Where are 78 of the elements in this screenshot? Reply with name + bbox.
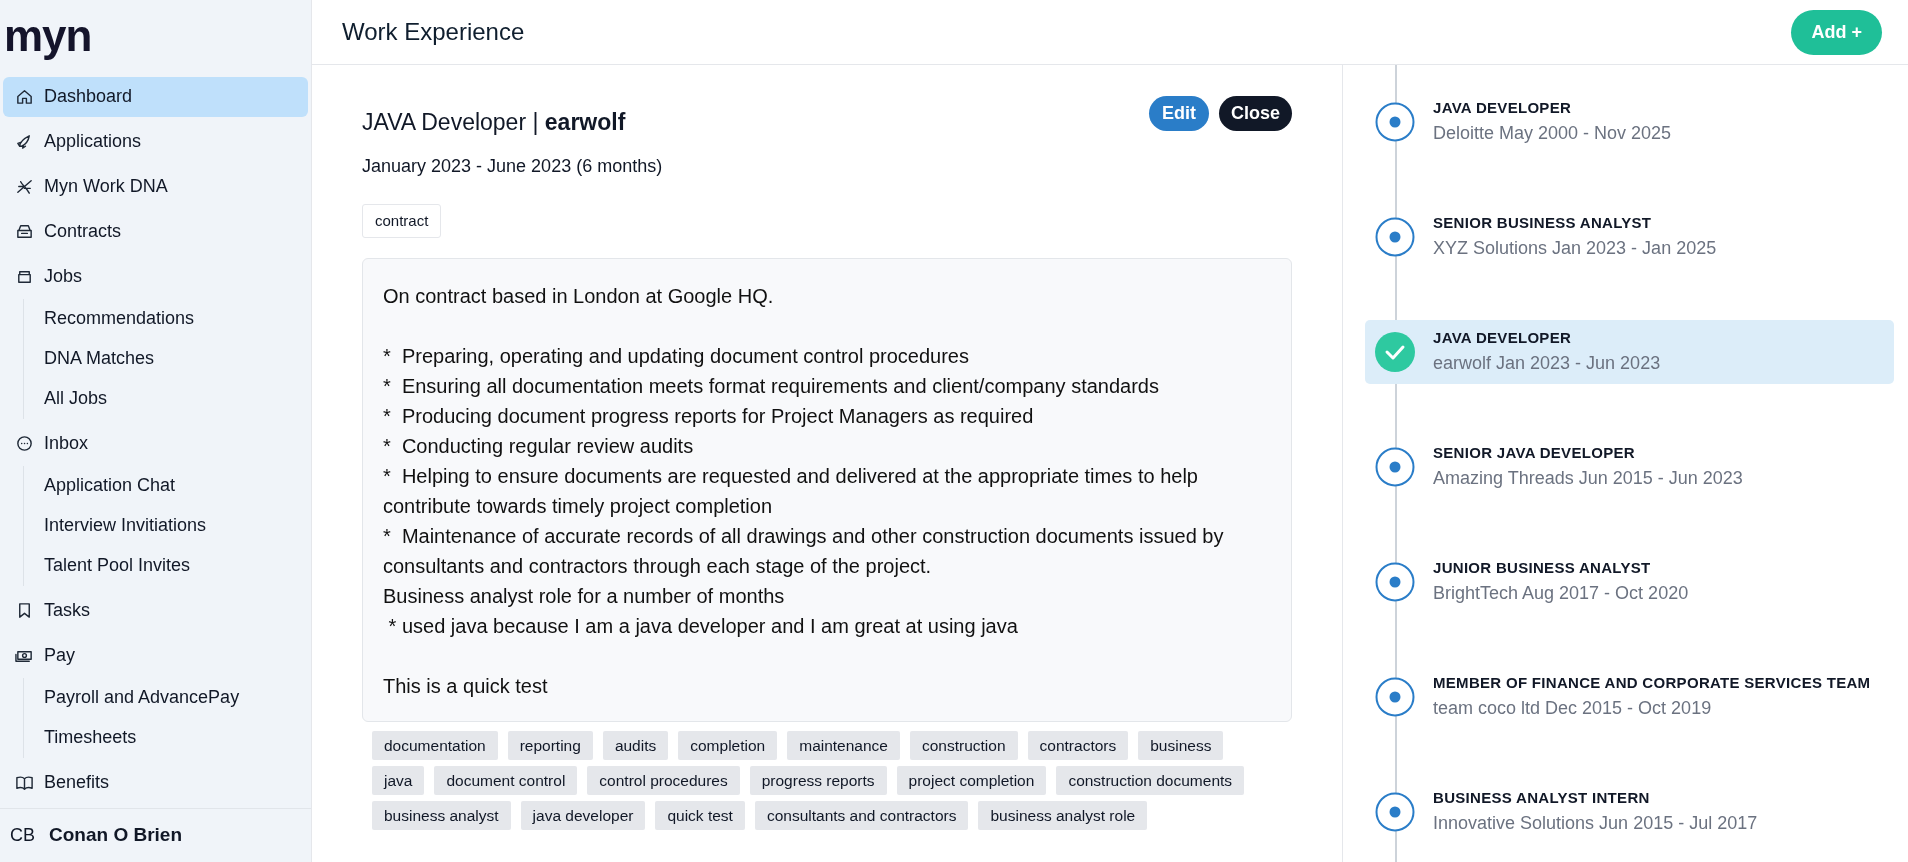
nav-subitem[interactable]: Payroll and AdvancePay [44,677,308,718]
keyword-tag: reporting [507,731,593,760]
user-name[interactable]: Conan O Brien [49,821,183,850]
experience-title: JAVA Developer | earwolf [362,108,626,137]
keyword-tag: document control [434,766,578,795]
timeline-item[interactable]: JUNIOR BUSINESS ANALYST BrightTech Aug 2017 - Oct 2020 [1365,550,1894,614]
timeline-title: JAVA DEVELOPER [1433,98,1573,119]
nav-item[interactable]: Myn Work DNA [3,166,308,207]
timeline-title: JUNIOR BUSINESS ANALYST [1433,558,1652,579]
nav-item[interactable]: Applications [3,121,308,162]
timeline-item[interactable]: SENIOR BUSINESS ANALYST XYZ Solutions Jan 2023 - Jan 2025 [1365,205,1894,269]
timeline-dot-icon [1375,102,1415,142]
keyword-tag: quick test [655,801,745,830]
timeline-subtitle: XYZ Solutions Jan 2023 - Jan 2025 [1433,236,1717,260]
keyword-tag: documentation [372,731,498,760]
timeline-item[interactable]: BUSINESS ANALYST INTERN Innovative Solutions Jun 2015 - Jul 2017 [1365,780,1894,844]
close-button[interactable]: Close [1218,96,1292,131]
keyword-tag: progress reports [749,766,887,795]
edit-button[interactable]: Edit [1148,96,1209,131]
keyword-tag: consultants and contractors [754,801,969,830]
keyword-tag: business [1138,731,1224,760]
timeline-title: SENIOR JAVA DEVELOPER [1433,443,1636,464]
description-text: On contract based in London at Google HQ. * Preparing, operating and updating document control procedures * Ensuring all documentation meets format requirements and client/company standards * Producing document progress reports for Project Managers as required * Conducting regular review audits * Helping to ensure documents are requested and delivered at the appropriate times to help contribute towards timely project completion * Maintenance of accurate records of all drawings and other construction documents issued by consultants and contractors through each stage of the project. Business analyst role for a number of months * used java because I am a java developer and I am great at using java This is a quick test [362,258,1292,722]
nav-item[interactable]: Tasks [3,590,308,631]
keyword-tag: construction documents [1056,766,1245,795]
timeline-title: JAVA DEVELOPER [1433,328,1573,349]
timeline-title: SENIOR BUSINESS ANALYST [1433,213,1653,234]
timeline-subtitle: earwolf Jan 2023 - Jun 2023 [1433,351,1661,375]
keyword-tag: business analyst [372,801,511,830]
keyword-tag: contractors [1027,731,1129,760]
timeline-title: MEMBER OF FINANCE AND CORPORATE SERVICES TEAM [1433,673,1871,694]
nav-item[interactable]: Benefits [3,762,308,803]
keyword-tag: project completion [896,766,1047,795]
timeline-item[interactable]: MEMBER OF FINANCE AND CORPORATE SERVICES TEAM team coco ltd Dec 2015 - Oct 2019 [1365,665,1894,729]
type-tag: contract [362,203,442,238]
timeline-dot-icon [1375,217,1415,257]
nav-item[interactable]: Pay [3,635,308,676]
nav-icon [15,434,34,454]
nav-subitem[interactable]: DNA Matches [44,338,308,379]
keyword-tag: java developer [520,801,646,830]
keyword-tag: business analyst role [978,801,1148,830]
nav-item[interactable]: Dashboard [3,76,308,117]
nav-item[interactable]: Inbox [3,423,308,464]
user-initials: CB [10,823,35,847]
timeline-subtitle: BrightTech Aug 2017 - Oct 2020 [1433,581,1689,605]
timeline-item[interactable]: JAVA DEVELOPER Deloitte May 2000 - Nov 2025 [1365,90,1894,154]
timeline-title: BUSINESS ANALYST INTERN [1433,788,1651,809]
timeline-dot-icon [1375,562,1415,602]
nav-subitem[interactable]: Timesheets [44,717,308,758]
nav-subitem[interactable]: Application Chat [44,465,308,506]
logo[interactable]: myn [4,13,92,58]
timeline-dot-icon [1375,677,1415,717]
nav-subitem[interactable]: Recommendations [44,298,308,339]
timeline-subtitle: team coco ltd Dec 2015 - Oct 2019 [1433,696,1713,720]
keyword-tag: completion [678,731,778,760]
nav-icon [15,177,34,197]
nav-item[interactable]: Jobs [3,256,308,297]
page-title: Work Experience [342,17,525,47]
nav-icon [15,773,34,793]
timeline-item[interactable]: JAVA DEVELOPER earwolf Jan 2023 - Jun 2023 [1365,320,1894,384]
nav-subitem[interactable]: All Jobs [44,378,308,419]
timeline-subtitle: Innovative Solutions Jun 2015 - Jul 2017 [1433,811,1758,835]
timeline-subtitle: Amazing Threads Jun 2015 - Jun 2023 [1433,466,1743,490]
keyword-tag: java [372,766,425,795]
timeline-dot-icon [1375,792,1415,832]
nav-subitem[interactable]: Talent Pool Invites [44,545,308,586]
nav-subitem[interactable]: Interview Invitiations [44,505,308,546]
nav-icon [15,87,34,107]
timeline-item[interactable]: SENIOR JAVA DEVELOPER Amazing Threads Jun 2015 - Jun 2023 [1365,435,1894,499]
keyword-tag: control procedures [587,766,740,795]
check-circle-icon [1375,332,1415,372]
keyword-tag: construction [910,731,1018,760]
nav-item[interactable]: Contracts [3,211,308,252]
keyword-tag: audits [602,731,669,760]
date-range: January 2023 - June 2023 (6 months) [362,154,664,178]
keyword-tag: maintenance [787,731,900,760]
timeline-subtitle: Deloitte May 2000 - Nov 2025 [1433,121,1672,145]
timeline-dot-icon [1375,447,1415,487]
